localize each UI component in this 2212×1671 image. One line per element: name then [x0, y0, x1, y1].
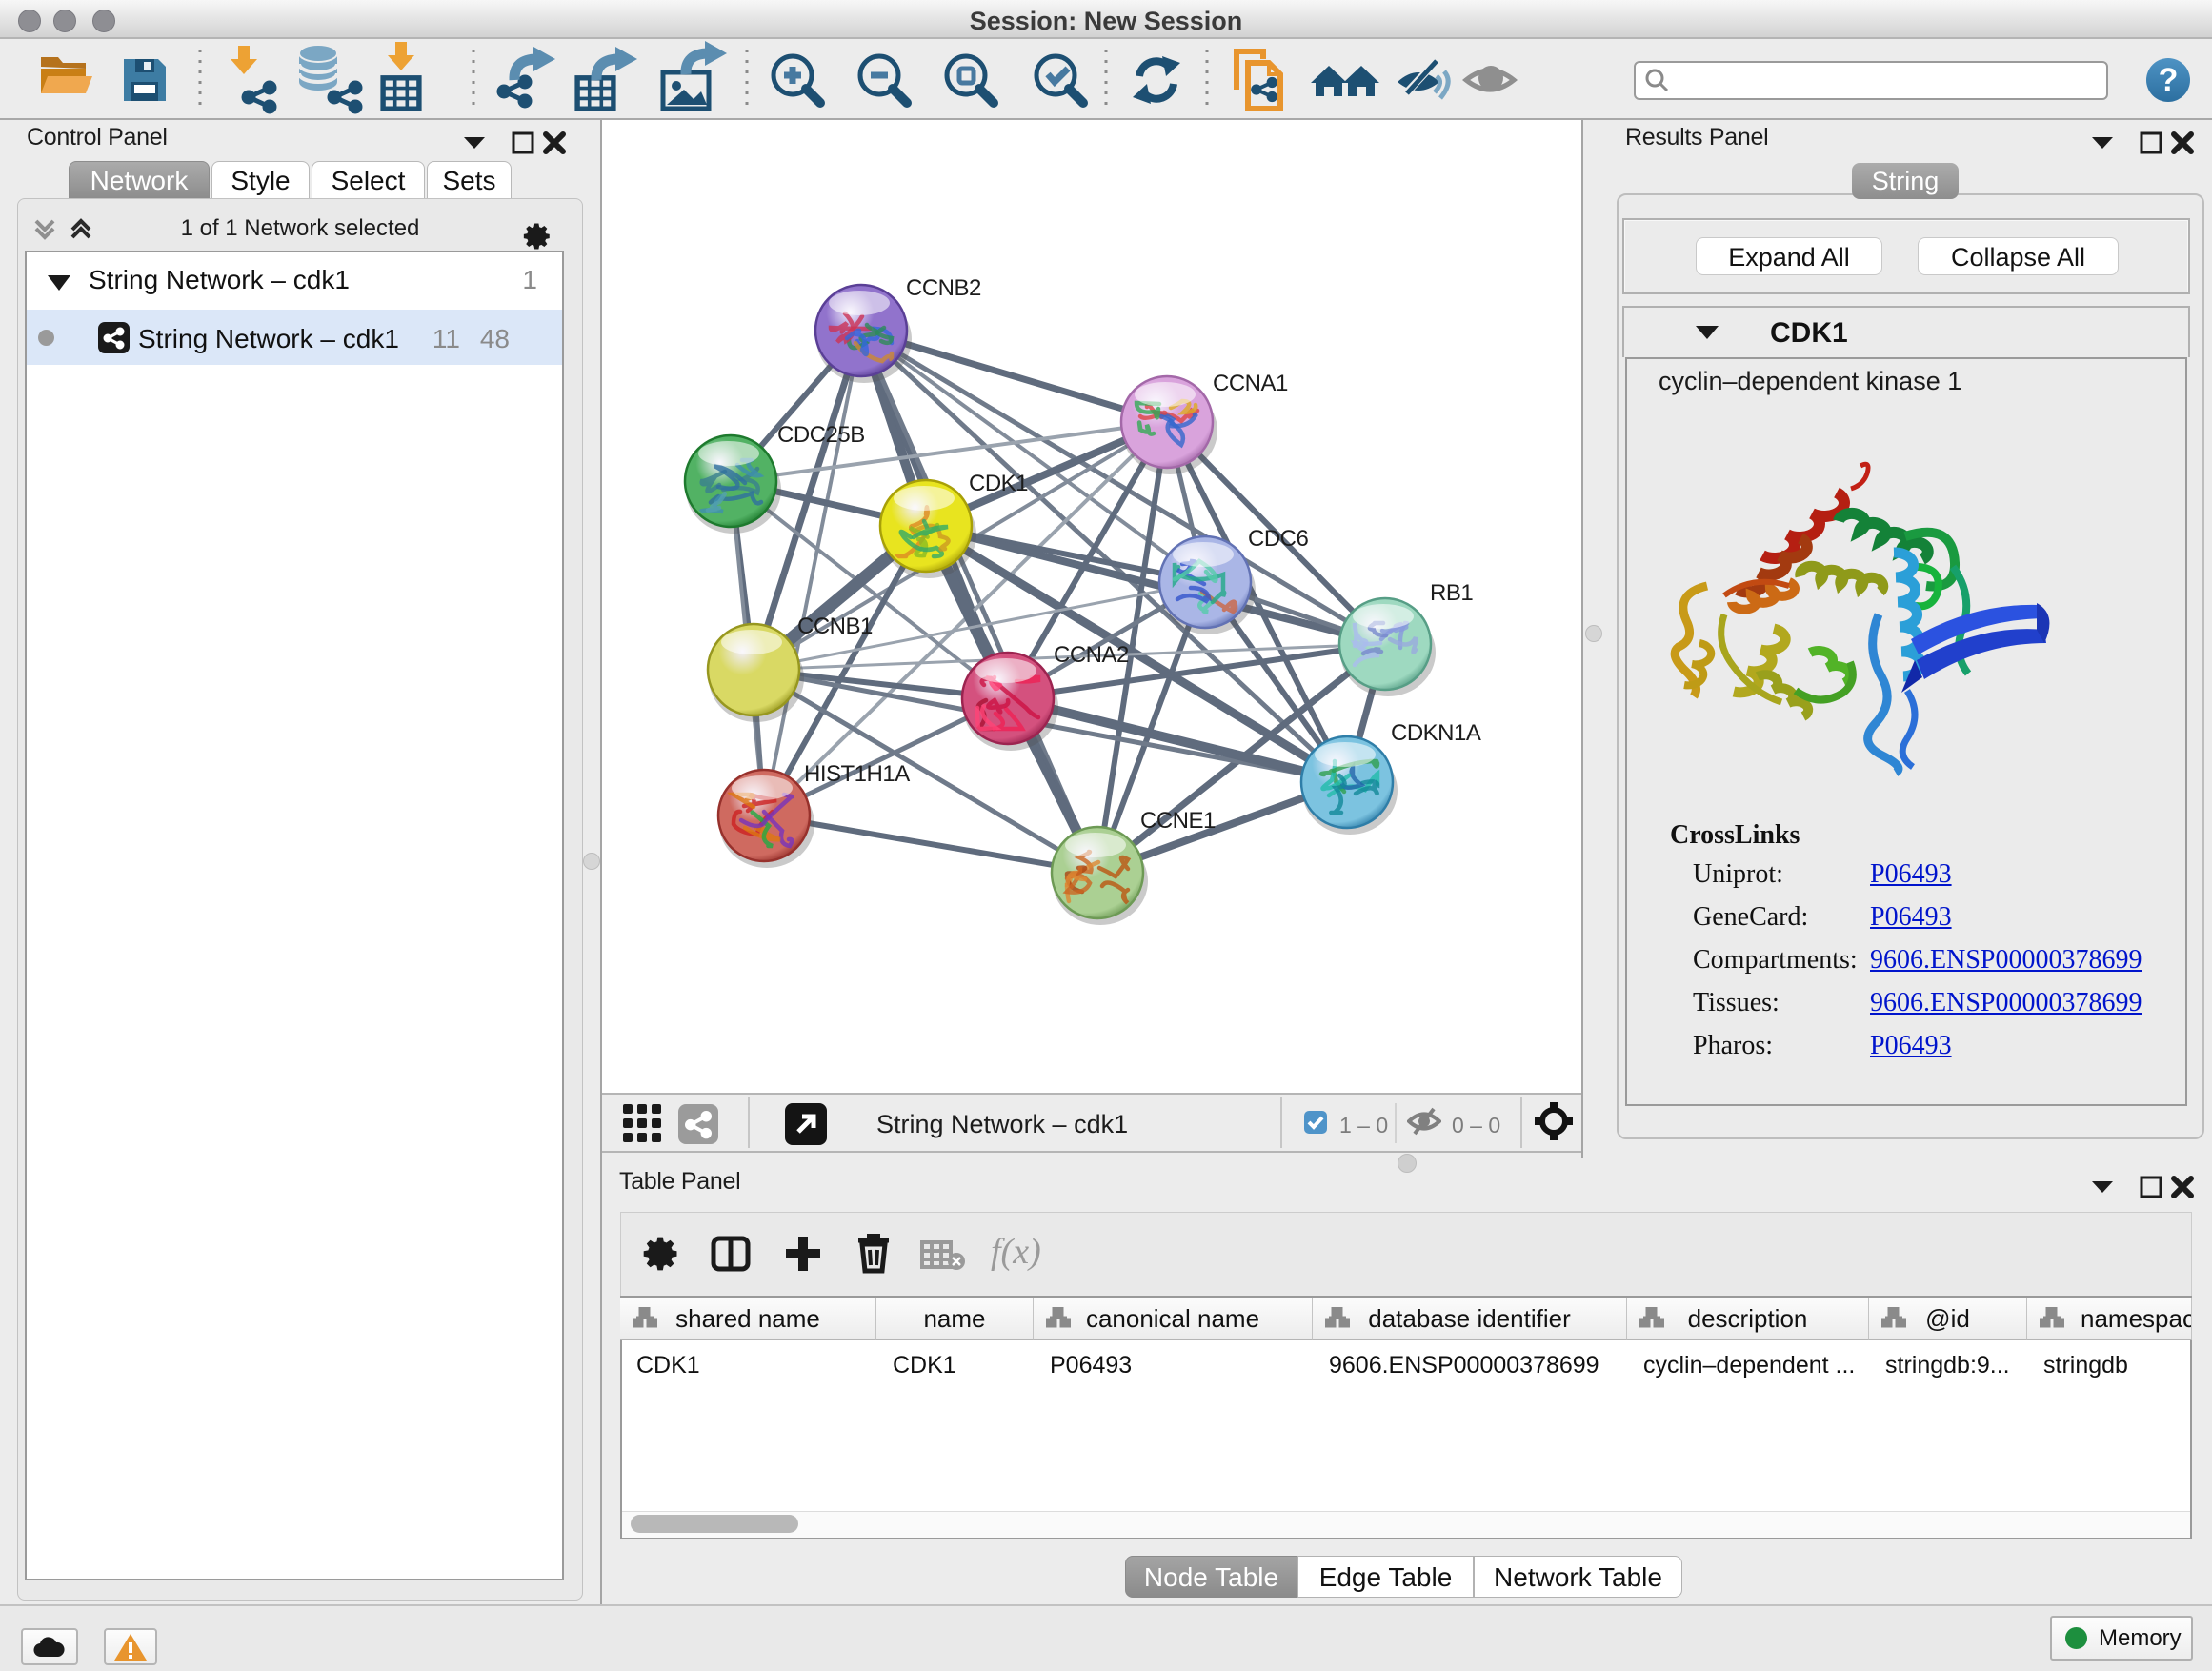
svg-text:CDC25B: CDC25B [777, 422, 865, 448]
svg-text:CDKN1A: CDKN1A [1391, 720, 1481, 746]
svg-text:CCNA2: CCNA2 [1054, 642, 1129, 668]
svg-text:RB1: RB1 [1430, 580, 1473, 606]
svg-text:CDC6: CDC6 [1248, 526, 1308, 552]
svg-text:CCNE1: CCNE1 [1140, 808, 1216, 834]
svg-text:CCNB2: CCNB2 [906, 275, 981, 301]
svg-text:CCNA1: CCNA1 [1213, 371, 1288, 396]
svg-text:HIST1H1A: HIST1H1A [804, 761, 910, 787]
svg-text:CDK1: CDK1 [969, 471, 1028, 496]
svg-text:CCNB1: CCNB1 [797, 614, 873, 639]
